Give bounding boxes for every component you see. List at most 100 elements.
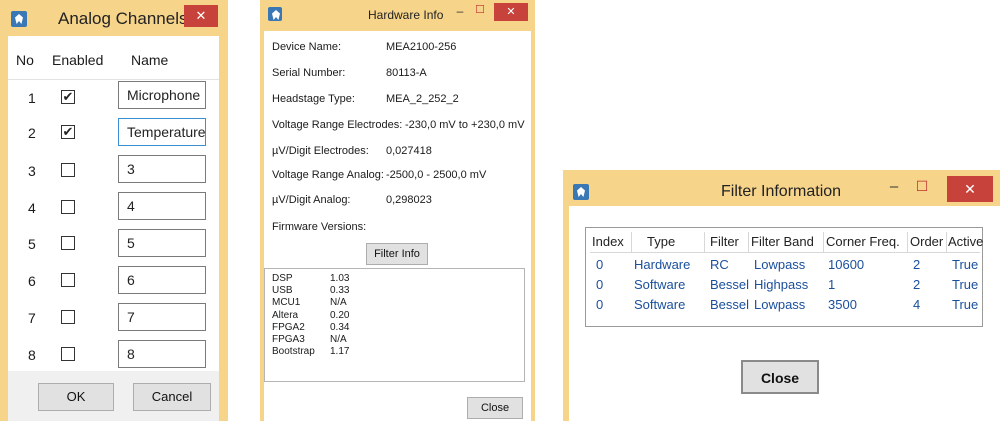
column-header-filter-band[interactable]: Filter Band <box>751 234 814 249</box>
firmware-version: 1.17 <box>330 346 350 357</box>
firmware-name: DSP <box>272 273 293 284</box>
column-header-type[interactable]: Type <box>647 234 675 249</box>
uv-digit-analog-value: 0,298023 <box>386 194 432 206</box>
column-divider <box>823 232 824 252</box>
minimize-icon[interactable]: – <box>885 178 903 195</box>
channel-number: 4 <box>28 200 36 216</box>
close-icon[interactable]: ✕ <box>184 5 218 27</box>
firmware-name: FPGA3 <box>272 334 305 345</box>
firmware-version: 1.03 <box>330 273 350 284</box>
voltage-range-analog-label: Voltage Range Analog: <box>272 169 384 181</box>
hardware-info-window: Hardware Info – ☐ ✕ Device Name: MEA2100… <box>260 0 535 421</box>
channel-name-field[interactable]: 5 <box>118 229 206 257</box>
channel-number: 8 <box>28 347 36 363</box>
firmware-list[interactable]: DSP 1.03 USB 0.33 MCU1 N/A Altera 0.20 F… <box>264 268 525 382</box>
cell-type: Software <box>634 277 686 292</box>
column-header-index[interactable]: Index <box>592 234 624 249</box>
close-button[interactable]: Close <box>741 360 819 394</box>
channel-number: 5 <box>28 236 36 252</box>
column-header-name: Name <box>131 52 169 68</box>
column-divider <box>907 232 908 252</box>
channel-name-field[interactable]: 8 <box>118 340 206 368</box>
column-header-filter[interactable]: Filter <box>710 234 739 249</box>
filter-table[interactable]: Index Type Filter Filter Band Corner Fre… <box>585 227 983 327</box>
channel-enabled-checkbox[interactable]: ✔ <box>61 125 75 139</box>
channel-name-field[interactable]: 4 <box>118 192 206 220</box>
window-title: Hardware Info <box>368 8 444 22</box>
serial-number-label: Serial Number: <box>272 67 346 79</box>
maximize-icon[interactable]: ☐ <box>913 178 931 195</box>
cell-order: 4 <box>913 297 921 312</box>
cell-filter: Bessel <box>710 297 750 312</box>
window-title: Filter Information <box>721 183 842 200</box>
cell-filter-band: Lowpass <box>754 297 806 312</box>
cell-active: True <box>952 277 979 292</box>
close-button[interactable]: Close <box>467 397 523 419</box>
channel-enabled-checkbox[interactable] <box>61 163 75 177</box>
channel-enabled-checkbox[interactable] <box>61 310 75 324</box>
column-header-order[interactable]: Order <box>910 234 943 249</box>
column-header-active[interactable]: Active <box>948 234 983 249</box>
close-icon[interactable]: ✕ <box>494 3 528 21</box>
app-icon <box>573 184 589 200</box>
cell-type: Software <box>634 297 686 312</box>
firmware-versions-label: Firmware Versions: <box>272 221 367 233</box>
channel-number: 3 <box>28 163 36 179</box>
uv-digit-analog-label: µV/Digit Analog: <box>272 194 351 206</box>
column-divider <box>946 232 947 252</box>
device-name-value: MEA2100-256 <box>386 41 457 53</box>
firmware-version: 0.20 <box>330 310 350 321</box>
window-title: Analog Channels <box>58 9 188 28</box>
channel-number: 1 <box>28 90 36 106</box>
headstage-type-label: Headstage Type: <box>272 93 355 105</box>
channel-enabled-checkbox[interactable] <box>61 347 75 361</box>
column-header-enabled: Enabled <box>52 52 104 68</box>
device-name-label: Device Name: <box>272 41 342 53</box>
channel-number: 2 <box>28 125 36 141</box>
channel-enabled-checkbox[interactable] <box>61 236 75 250</box>
firmware-name: FPGA2 <box>272 322 305 333</box>
channel-number: 6 <box>28 273 36 289</box>
header-divider <box>8 79 219 80</box>
cell-index: 0 <box>596 297 604 312</box>
header-divider <box>590 252 980 253</box>
cell-index: 0 <box>596 257 604 272</box>
cancel-button[interactable]: Cancel <box>133 383 211 411</box>
filter-info-button[interactable]: Filter Info <box>366 243 428 265</box>
uv-digit-electrodes-label: µV/Digit Electrodes: <box>272 145 369 157</box>
close-icon[interactable]: ✕ <box>947 176 993 202</box>
firmware-name: MCU1 <box>272 297 301 308</box>
cell-active: True <box>952 257 979 272</box>
firmware-version: 0.34 <box>330 322 350 333</box>
channel-name-field[interactable]: 6 <box>118 266 206 294</box>
cell-filter: Bessel <box>710 277 750 292</box>
channel-number: 7 <box>28 310 36 326</box>
channel-enabled-checkbox[interactable]: ✔ <box>61 90 75 104</box>
cell-filter: RC <box>710 257 729 272</box>
column-divider <box>748 232 749 252</box>
cell-corner-freq: 3500 <box>828 297 857 312</box>
channel-name-field[interactable]: 7 <box>118 303 206 331</box>
maximize-icon[interactable]: ☐ <box>472 3 488 16</box>
cell-active: True <box>952 297 979 312</box>
channel-name-field[interactable]: 3 <box>118 155 206 183</box>
cell-order: 2 <box>913 277 921 292</box>
column-divider <box>704 232 705 252</box>
cell-type: Hardware <box>634 257 691 272</box>
app-icon <box>11 11 27 27</box>
channel-name-field[interactable]: Temperature <box>118 118 206 146</box>
channel-name-field[interactable]: Microphone <box>118 81 206 109</box>
serial-number-value: 80113-A <box>386 67 427 79</box>
channel-enabled-checkbox[interactable] <box>61 273 75 287</box>
app-icon <box>268 7 282 21</box>
column-header-corner-freq[interactable]: Corner Freq. <box>826 234 900 249</box>
firmware-version: N/A <box>330 334 347 345</box>
firmware-name: Bootstrap <box>272 346 315 357</box>
ok-button[interactable]: OK <box>38 383 114 411</box>
minimize-icon[interactable]: – <box>452 4 468 18</box>
cell-corner-freq: 1 <box>828 277 836 292</box>
analog-channels-window: Analog Channels ✕ No Enabled Name 1 ✔ Mi… <box>0 0 228 421</box>
channel-enabled-checkbox[interactable] <box>61 200 75 214</box>
firmware-name: Altera <box>272 310 299 321</box>
cell-corner-freq: 10600 <box>828 257 865 272</box>
